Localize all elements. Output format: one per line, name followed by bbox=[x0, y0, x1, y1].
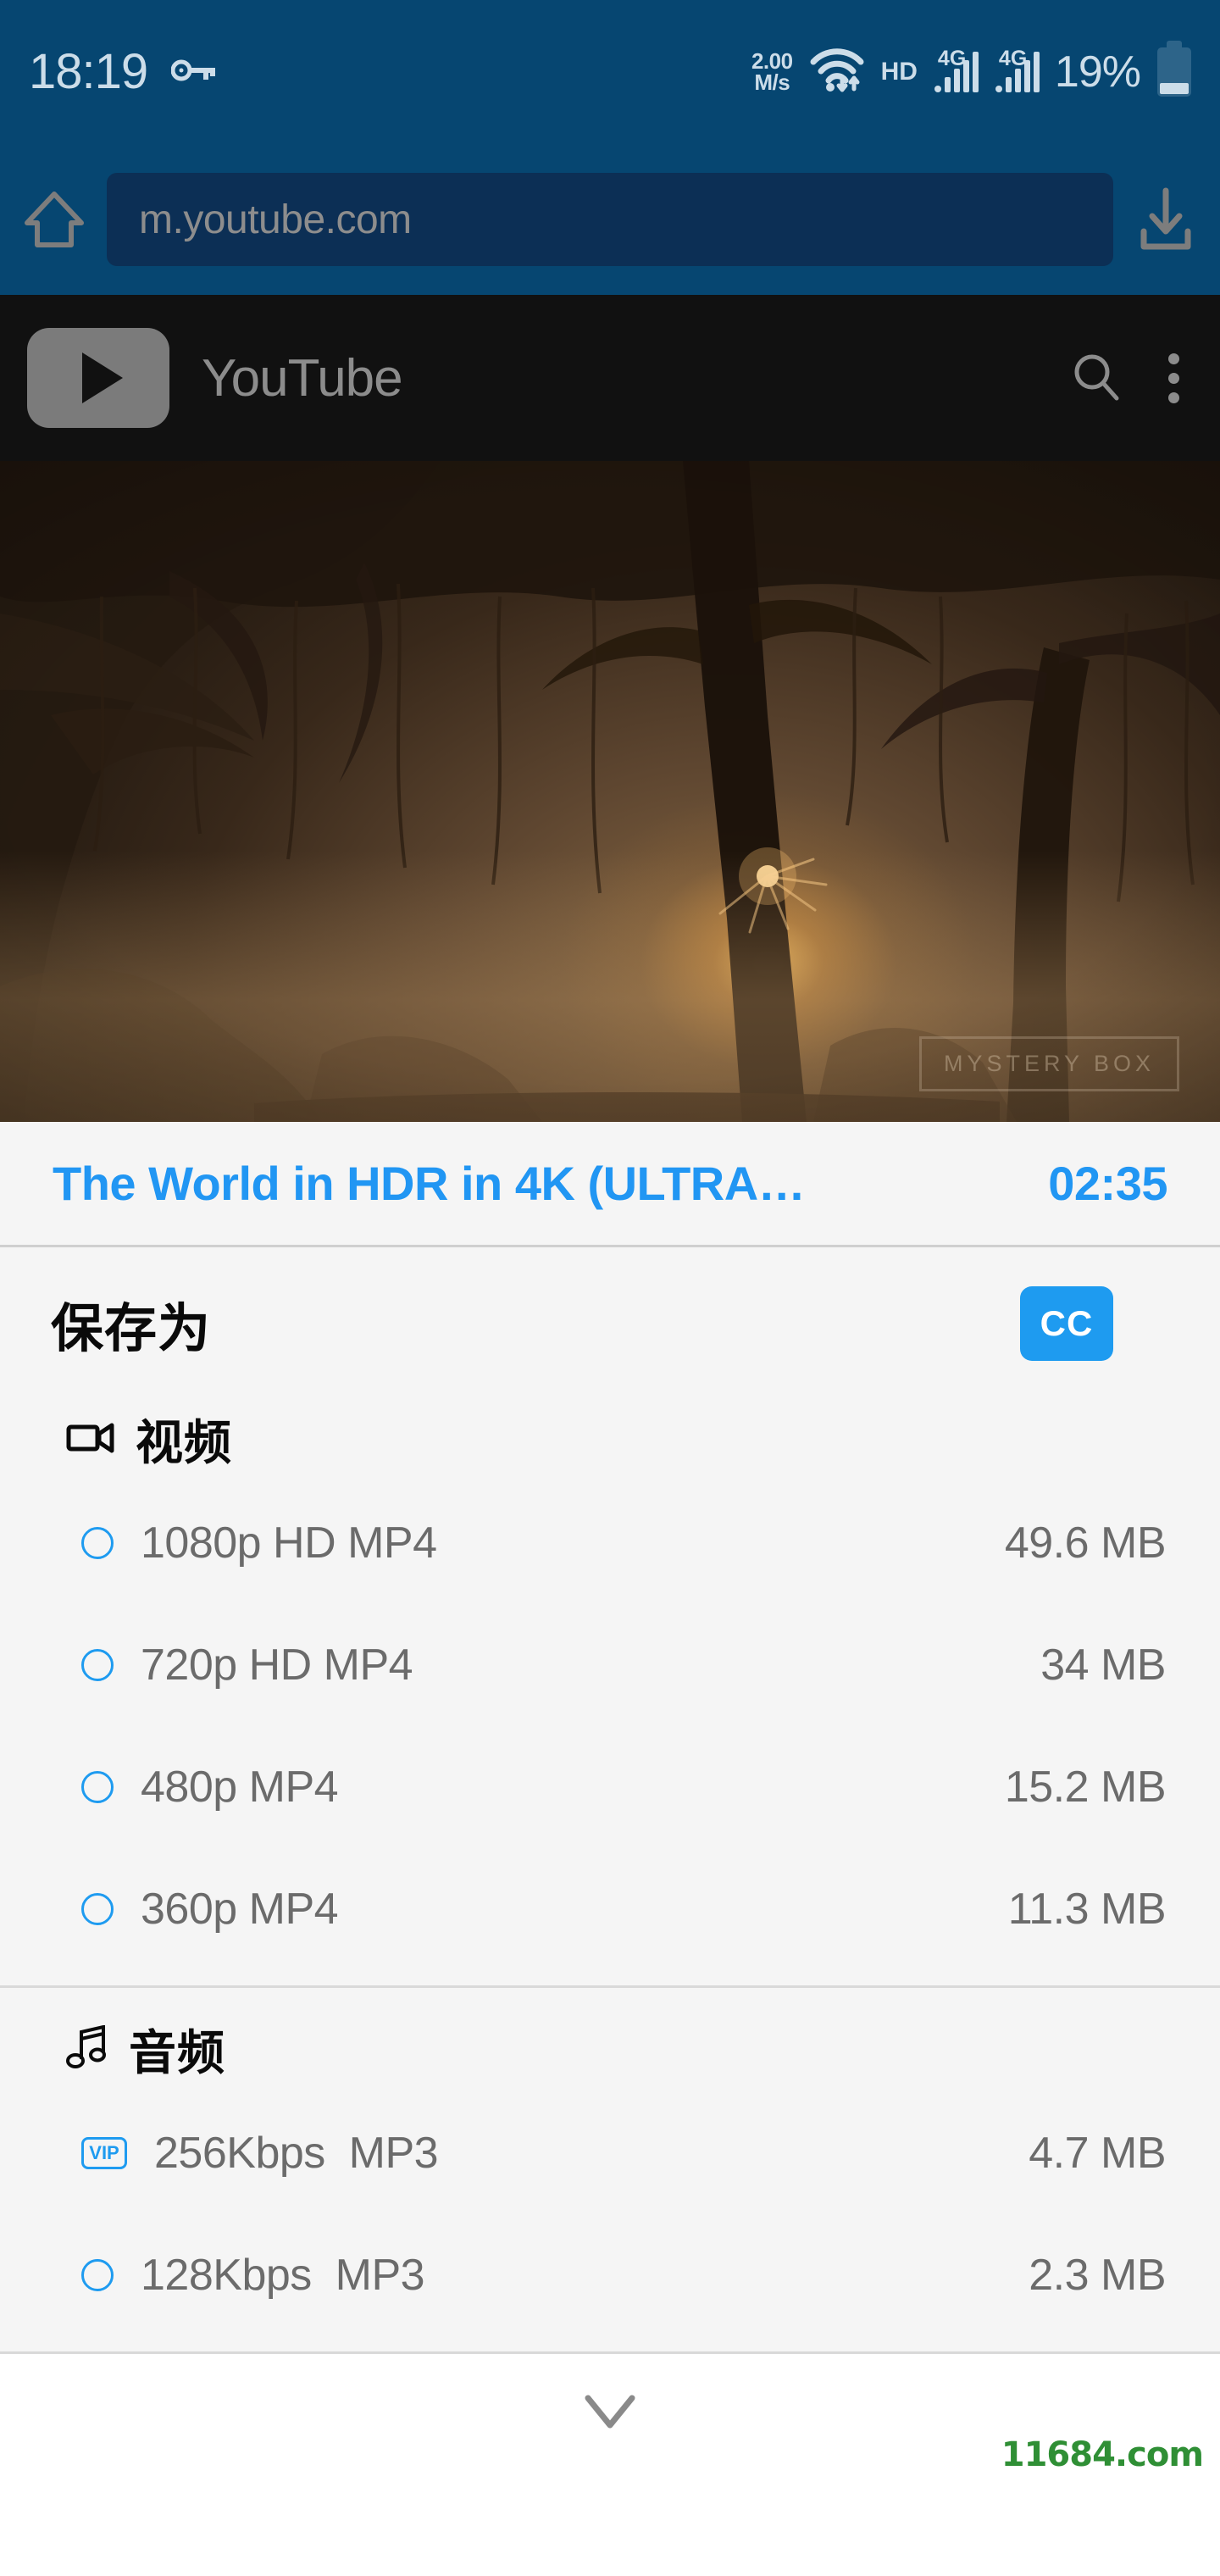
video-thumbnail[interactable]: MYSTERY BOX bbox=[0, 461, 1220, 1122]
youtube-play-icon[interactable] bbox=[27, 328, 169, 428]
thumbnail-vignette bbox=[0, 461, 1220, 1122]
status-bar: 18:19 2.00 M/s HD 4G 4G 19% bbox=[0, 0, 1220, 144]
option-row-720p[interactable]: 720p HD MP4 34 MB bbox=[0, 1604, 1220, 1726]
site-brand-label: YouTube bbox=[202, 348, 403, 408]
section-title-audio: 音频 bbox=[129, 2026, 225, 2079]
radio-icon[interactable] bbox=[81, 1771, 114, 1803]
overflow-menu-icon[interactable] bbox=[1168, 353, 1179, 403]
cc-subtitle-button[interactable]: CC bbox=[1020, 1286, 1113, 1361]
radio-icon[interactable] bbox=[81, 2259, 114, 2291]
option-filesize: 2.3 MB bbox=[1029, 2251, 1166, 2300]
address-bar[interactable]: m.youtube.com bbox=[107, 173, 1113, 266]
save-as-label: 保存为 bbox=[51, 1300, 212, 1358]
status-bar-right: 2.00 M/s HD 4G 4G 19% bbox=[751, 47, 1191, 98]
network-speed-indicator: 2.00 M/s bbox=[751, 50, 793, 95]
option-filesize: 49.6 MB bbox=[1004, 1518, 1167, 1568]
video-duration: 02:35 bbox=[1048, 1157, 1167, 1210]
option-row-480p[interactable]: 480p MP4 15.2 MB bbox=[0, 1726, 1220, 1848]
option-row-360p[interactable]: 360p MP4 11.3 MB bbox=[0, 1848, 1220, 1970]
wifi-icon bbox=[808, 47, 866, 98]
option-label: 128Kbps MP3 bbox=[141, 2251, 425, 2300]
option-filesize: 11.3 MB bbox=[1007, 1885, 1167, 1934]
video-camera-icon bbox=[66, 1420, 115, 1458]
site-header: YouTube bbox=[0, 295, 1220, 461]
vip-badge-icon[interactable]: VIP bbox=[81, 2137, 127, 2169]
option-label: 720p HD MP4 bbox=[141, 1641, 413, 1690]
radio-icon[interactable] bbox=[81, 1527, 114, 1559]
battery-percent: 19% bbox=[1054, 47, 1141, 97]
option-filesize: 34 MB bbox=[1040, 1641, 1166, 1690]
sim1-signal-indicator: 4G bbox=[933, 48, 979, 92]
panel-footer: 11684.com bbox=[0, 2354, 1220, 2490]
chevron-down-icon[interactable] bbox=[576, 2390, 644, 2438]
section-header-audio: 音频 bbox=[0, 2010, 1220, 2092]
option-filesize: 4.7 MB bbox=[1029, 2129, 1166, 2178]
option-label: 360p MP4 bbox=[141, 1885, 339, 1934]
network-speed-unit: M/s bbox=[754, 69, 790, 95]
sim1-network-type: 4G bbox=[937, 47, 967, 70]
option-filesize: 15.2 MB bbox=[1004, 1763, 1167, 1812]
save-as-header: 保存为 CC bbox=[0, 1247, 1220, 1400]
music-note-icon bbox=[66, 2024, 108, 2074]
radio-icon[interactable] bbox=[81, 1893, 114, 1925]
site-header-actions bbox=[1070, 350, 1193, 407]
section-header-video: 视频 bbox=[0, 1400, 1220, 1482]
option-label: 256Kbps MP3 bbox=[154, 2129, 439, 2178]
option-label: 1080p HD MP4 bbox=[141, 1518, 437, 1568]
radio-icon[interactable] bbox=[81, 1649, 114, 1681]
video-title-row[interactable]: The World in HDR in 4K (ULTRA… 02:35 bbox=[0, 1122, 1220, 1247]
option-row-256kbps[interactable]: VIP 256Kbps MP3 4.7 MB bbox=[0, 2092, 1220, 2214]
option-label: 480p MP4 bbox=[141, 1763, 339, 1812]
option-row-1080p[interactable]: 1080p HD MP4 49.6 MB bbox=[0, 1482, 1220, 1604]
sim2-signal-indicator: 4G bbox=[994, 48, 1040, 92]
key-icon bbox=[170, 58, 216, 87]
download-icon[interactable] bbox=[1134, 184, 1198, 255]
browser-toolbar: m.youtube.com bbox=[0, 144, 1220, 295]
sim2-network-type: 4G bbox=[998, 47, 1028, 70]
save-as-panel: 保存为 CC 视频 1080p HD MP4 49.6 MB 720p HD M… bbox=[0, 1247, 1220, 2354]
thumbnail-watermark: MYSTERY BOX bbox=[918, 1036, 1179, 1091]
status-time: 18:19 bbox=[29, 44, 148, 99]
battery-icon bbox=[1157, 47, 1191, 97]
search-icon[interactable] bbox=[1070, 350, 1123, 407]
phone-screen: 18:19 2.00 M/s HD 4G 4G 19% m.youtube.co… bbox=[0, 0, 1220, 2576]
home-icon[interactable] bbox=[22, 186, 86, 253]
option-row-128kbps[interactable]: 128Kbps MP3 2.3 MB bbox=[0, 2214, 1220, 2336]
video-title: The World in HDR in 4K (ULTRA… bbox=[53, 1157, 806, 1210]
url-text: m.youtube.com bbox=[139, 197, 412, 242]
status-bar-left: 18:19 bbox=[29, 44, 216, 99]
section-title-video: 视频 bbox=[136, 1416, 232, 1469]
hd-voice-label: HD bbox=[880, 58, 918, 86]
page-watermark: 11684.com bbox=[1001, 2435, 1204, 2474]
